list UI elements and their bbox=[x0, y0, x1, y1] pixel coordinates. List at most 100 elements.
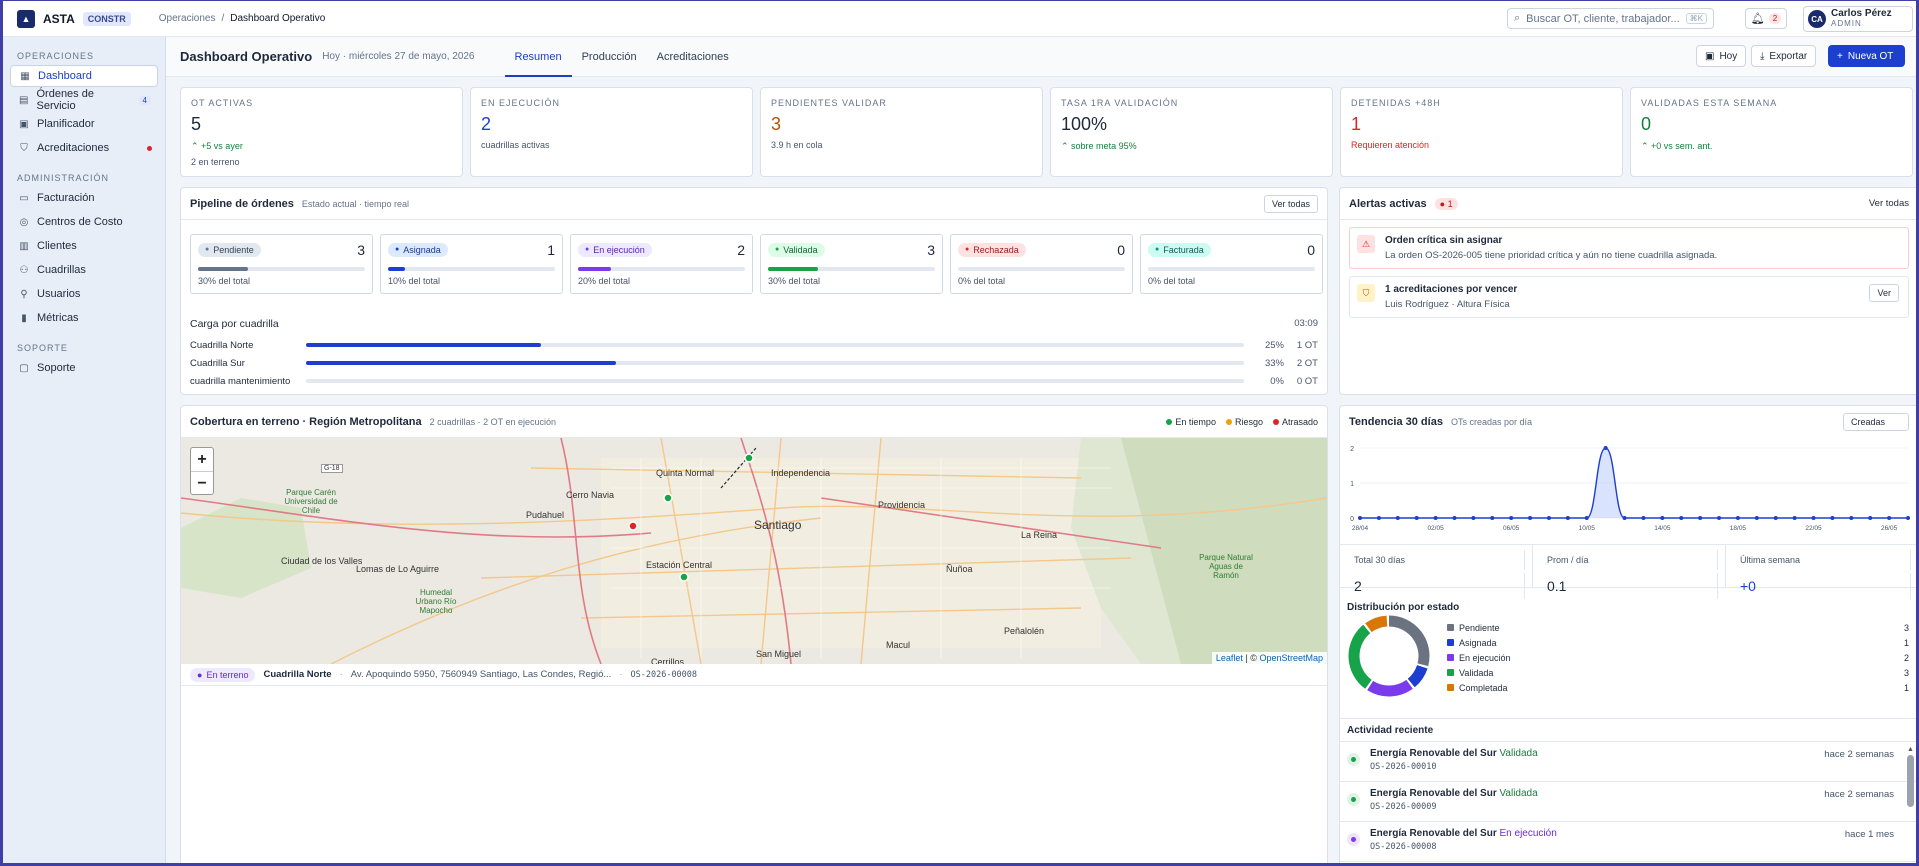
notifications-button[interactable]: 🔔︎ 2 bbox=[1745, 8, 1787, 29]
sidebar-item-ordenes[interactable]: ▤ Órdenes de Servicio 4 bbox=[10, 88, 158, 112]
series-point[interactable] bbox=[1830, 516, 1835, 520]
sidebar-item-acreditaciones[interactable]: ⛉ Acreditaciones bbox=[10, 137, 158, 159]
series-point[interactable] bbox=[1603, 446, 1608, 450]
breadcrumb-root[interactable]: Operaciones bbox=[159, 13, 216, 24]
scroll-up-icon[interactable]: ▲ bbox=[1906, 746, 1915, 753]
sidebar-item-facturacion[interactable]: ▭ Facturación bbox=[10, 187, 158, 209]
donut-slice[interactable] bbox=[1388, 615, 1430, 667]
trend-metric-select[interactable]: Creadas bbox=[1843, 413, 1909, 431]
series-point[interactable] bbox=[1660, 516, 1665, 520]
series-point[interactable] bbox=[1622, 516, 1627, 520]
series-point[interactable] bbox=[1868, 516, 1873, 520]
series-point[interactable] bbox=[1509, 516, 1514, 520]
kpi-card[interactable]: OT ACTIVAS 5 ⌃ +5 vs ayer 2 en terreno bbox=[180, 87, 463, 177]
map-place-label: Parque Carén Universidad de Chile bbox=[284, 488, 338, 515]
alerts-view-all-button[interactable]: Ver todas bbox=[1869, 198, 1909, 209]
kpi-card[interactable]: VALIDADAS ESTA SEMANA 0 ⌃ +0 vs sem. ant… bbox=[1630, 87, 1913, 177]
donut-slice[interactable] bbox=[1365, 615, 1388, 633]
today-button[interactable]: ▣ Hoy bbox=[1696, 45, 1747, 67]
map-place-label: Cerrillos bbox=[651, 657, 685, 664]
activity-item[interactable]: Minera Los Andes Ltda. Validadahace 2 se… bbox=[1340, 862, 1916, 863]
series-point[interactable] bbox=[1792, 516, 1797, 520]
kpi-card[interactable]: TASA 1RA VALIDACIÓN 100% ⌃ sobre meta 95… bbox=[1050, 87, 1333, 177]
activity-scrollbar[interactable]: ▲ ▼ bbox=[1906, 746, 1915, 863]
series-point[interactable] bbox=[1414, 516, 1419, 520]
series-point[interactable] bbox=[1358, 516, 1362, 520]
donut-slice[interactable] bbox=[1407, 664, 1428, 688]
series-point[interactable] bbox=[1546, 516, 1551, 520]
series-point[interactable] bbox=[1887, 516, 1892, 520]
user-menu[interactable]: CA Carlos Pérez ADMIN bbox=[1803, 6, 1913, 32]
carga-row[interactable]: Cuadrilla Sur 33% 2 OT bbox=[190, 354, 1318, 372]
export-button[interactable]: ⤓ Exportar bbox=[1751, 45, 1817, 67]
map-marker-late[interactable] bbox=[628, 521, 638, 531]
series-point[interactable] bbox=[1433, 516, 1438, 520]
series-point[interactable] bbox=[1641, 516, 1646, 520]
map-view[interactable]: Quinta Normal Independencia Cerro Navia Pud… bbox=[181, 438, 1327, 664]
series-point[interactable] bbox=[1906, 516, 1910, 520]
tab-produccion[interactable]: Producción bbox=[572, 37, 647, 77]
map-marker-on-time[interactable] bbox=[744, 453, 754, 463]
pipeline-stage[interactable]: ● Facturada 0 0% del total bbox=[1140, 234, 1323, 294]
pipeline-stage[interactable]: ● Asignada 1 10% del total bbox=[380, 234, 563, 294]
kpi-label: TASA 1RA VALIDACIÓN bbox=[1061, 98, 1179, 108]
series-point[interactable] bbox=[1679, 516, 1684, 520]
activity-item[interactable]: Energía Renovable del Sur En ejecución OS… bbox=[1340, 822, 1916, 862]
series-point[interactable] bbox=[1698, 516, 1703, 520]
sidebar-item-centros-costo[interactable]: ◎ Centros de Costo bbox=[10, 211, 158, 233]
alert-view-button[interactable]: Ver bbox=[1869, 284, 1899, 302]
series-point[interactable] bbox=[1452, 516, 1457, 520]
sidebar-item-usuarios[interactable]: ⚲ Usuarios bbox=[10, 283, 158, 305]
series-point[interactable] bbox=[1471, 516, 1476, 520]
distribution-row: Completada 1 bbox=[1447, 680, 1909, 695]
pipeline-view-all-button[interactable]: Ver todas bbox=[1263, 194, 1318, 213]
series-point[interactable] bbox=[1754, 516, 1759, 520]
series-point[interactable] bbox=[1490, 516, 1495, 520]
series-point[interactable] bbox=[1584, 516, 1589, 520]
kpi-card[interactable]: EN EJECUCIÓN 2 cuadrillas activas bbox=[470, 87, 753, 177]
pipeline-stage[interactable]: ● Pendiente 3 30% del total bbox=[190, 234, 373, 294]
zoom-in-button[interactable]: + bbox=[191, 448, 213, 472]
zoom-out-button[interactable]: − bbox=[191, 472, 213, 496]
search-input[interactable]: ⌕ Buscar OT, cliente, trabajador... ⌘K bbox=[1507, 8, 1714, 29]
pipeline-stage[interactable]: ● En ejecución 2 20% del total bbox=[570, 234, 753, 294]
sidebar-item-soporte[interactable]: ▢ Soporte bbox=[10, 357, 158, 379]
sidebar-item-planificador[interactable]: ▣ Planificador bbox=[10, 113, 158, 135]
scrollbar-thumb[interactable] bbox=[1907, 755, 1914, 807]
map-marker-on-time[interactable] bbox=[679, 572, 689, 582]
pipeline-stage[interactable]: ● Validada 3 30% del total bbox=[760, 234, 943, 294]
pipeline-stage[interactable]: ● Rechazada 0 0% del total bbox=[950, 234, 1133, 294]
kpi-card[interactable]: PENDIENTES VALIDAR 3 3.9 h en cola bbox=[760, 87, 1043, 177]
sidebar-item-metricas[interactable]: ▮ Métricas bbox=[10, 307, 158, 329]
tab-resumen[interactable]: Resumen bbox=[504, 37, 572, 77]
series-point[interactable] bbox=[1565, 516, 1570, 520]
donut-slice[interactable] bbox=[1367, 679, 1413, 697]
series-point[interactable] bbox=[1395, 516, 1400, 520]
stage-progress-fill bbox=[578, 266, 612, 271]
sidebar-item-cuadrillas[interactable]: ⚇ Cuadrillas bbox=[10, 259, 158, 281]
donut-slice[interactable] bbox=[1348, 624, 1372, 689]
series-point[interactable] bbox=[1849, 516, 1854, 520]
new-ot-button[interactable]: + Nueva OT bbox=[1828, 45, 1905, 67]
map-marker-on-time[interactable] bbox=[663, 493, 673, 503]
series-point[interactable] bbox=[1773, 516, 1778, 520]
series-point[interactable] bbox=[1376, 516, 1381, 520]
series-point[interactable] bbox=[1811, 516, 1816, 520]
logo[interactable]: ▲ ASTA CONSTR bbox=[17, 9, 131, 28]
series-point[interactable] bbox=[1528, 516, 1533, 520]
kpi-card[interactable]: DETENIDAS +48H 1 Requieren atención bbox=[1340, 87, 1623, 177]
alert-item[interactable]: ⛉ 1 acreditaciones por vencer Luis Rodríg… bbox=[1349, 276, 1909, 318]
activity-item[interactable]: Energía Renovable del Sur Validada OS-202… bbox=[1340, 742, 1916, 782]
sidebar-item-clientes[interactable]: ▥ Clientes bbox=[10, 235, 158, 257]
osm-link[interactable]: OpenStreetMap bbox=[1259, 653, 1323, 663]
series-point[interactable] bbox=[1735, 516, 1740, 520]
distribution-value: 1 bbox=[1903, 682, 1909, 693]
alert-item[interactable]: ⚠︎ Orden crítica sin asignar La orden OS-… bbox=[1349, 227, 1909, 269]
carga-row[interactable]: cuadrilla mantenimiento 0% 0 OT bbox=[190, 372, 1318, 390]
series-point[interactable] bbox=[1717, 516, 1722, 520]
carga-row[interactable]: Cuadrilla Norte 25% 1 OT bbox=[190, 336, 1318, 354]
activity-item[interactable]: Energía Renovable del Sur Validada OS-202… bbox=[1340, 782, 1916, 822]
tab-acreditaciones[interactable]: Acreditaciones bbox=[647, 37, 739, 77]
sidebar-item-dashboard[interactable]: ▦ Dashboard bbox=[10, 65, 158, 87]
leaflet-link[interactable]: Leaflet bbox=[1216, 653, 1243, 663]
